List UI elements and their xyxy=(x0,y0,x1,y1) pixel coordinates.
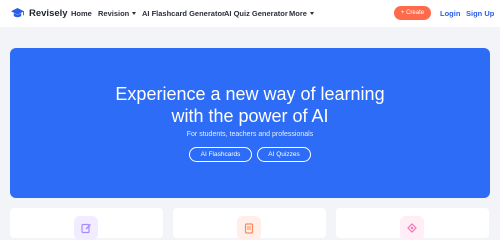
top-navbar: Revisely Home Revision AI Flashcard Gene… xyxy=(0,0,500,27)
chevron-down-icon xyxy=(309,12,314,15)
feature-card-1[interactable] xyxy=(10,208,163,240)
nav-more[interactable]: More xyxy=(289,8,314,19)
nav-quiz-generator[interactable]: AI Quiz Generator xyxy=(224,8,288,19)
ai-flashcards-button[interactable]: AI Flashcards xyxy=(189,147,252,162)
feature-card-3[interactable] xyxy=(336,208,489,240)
ai-quizzes-button[interactable]: AI Quizzes xyxy=(257,147,311,162)
nav-revision[interactable]: Revision xyxy=(98,8,137,19)
graduation-cap-icon xyxy=(10,6,25,21)
edit-icon xyxy=(74,216,98,240)
nav-flashcard-generator[interactable]: AI Flashcard Generator xyxy=(142,8,225,19)
hero-title-line-2: with the power of AI xyxy=(171,106,329,126)
shapes-icon xyxy=(400,216,424,240)
hero-banner: Experience a new way of learning with th… xyxy=(10,48,490,198)
nav-revision-label: Revision xyxy=(98,9,130,18)
hero-title: Experience a new way of learning with th… xyxy=(10,83,490,127)
document-icon xyxy=(237,216,261,240)
feature-card-2[interactable] xyxy=(173,208,326,240)
nav-home[interactable]: Home xyxy=(71,8,92,19)
signup-link[interactable]: Sign Up xyxy=(466,8,494,19)
hero-title-line-1: Experience a new way of learning xyxy=(115,84,385,104)
nav-more-label: More xyxy=(289,9,307,18)
login-link[interactable]: Login xyxy=(440,8,460,19)
chevron-down-icon xyxy=(132,12,137,15)
logo[interactable]: Revisely xyxy=(10,6,68,21)
brand-name: Revisely xyxy=(29,8,68,19)
hero-subtitle: For students, teachers and professionals xyxy=(186,131,314,138)
create-button[interactable]: + Create xyxy=(394,6,431,20)
